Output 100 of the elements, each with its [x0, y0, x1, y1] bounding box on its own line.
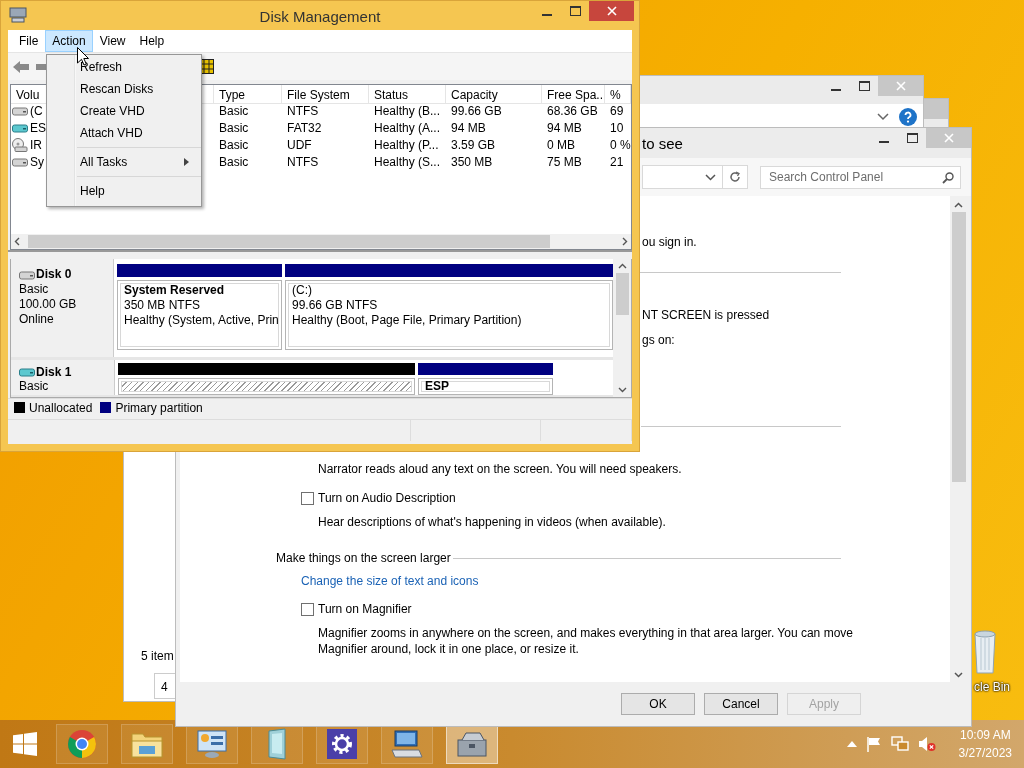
disk-type: Basic — [19, 379, 50, 393]
scroll-right-icon[interactable] — [622, 237, 628, 246]
text-fragment: NT SCREEN is pressed — [642, 307, 771, 323]
scroll-left-icon[interactable] — [14, 237, 20, 246]
maximize-icon — [858, 81, 870, 91]
minimize-icon — [879, 140, 889, 143]
scrollbar-thumb[interactable] — [28, 235, 550, 248]
scroll-down-icon[interactable] — [617, 387, 627, 393]
column-header[interactable]: Free Spa... — [542, 85, 605, 104]
partition-size: 99.66 GB NTFS — [292, 298, 379, 313]
scroll-up-icon[interactable] — [617, 263, 627, 269]
table-cell-text: Basic — [218, 103, 250, 119]
checkbox-label[interactable]: Turn on Audio Description — [318, 491, 456, 505]
section-heading: Make things on the screen larger — [276, 551, 451, 565]
description-text: Magnifier zooms in anywhere on the screen, and makes everything in that area larger. You can move Magnifier around, lock it in one place, or resize it. — [318, 625, 854, 657]
table-cell-text: Basic — [218, 120, 250, 136]
menu-item[interactable]: Attach VHD — [47, 122, 201, 144]
column-header[interactable]: Type — [214, 85, 282, 104]
window-title: Disk Management — [259, 8, 381, 25]
chevron-down-icon[interactable] — [877, 112, 889, 121]
partition-size: 350 MB NTFS — [124, 298, 202, 313]
close-button[interactable] — [922, 99, 948, 119]
scrollbar-thumb[interactable] — [615, 273, 629, 315]
scroll-up-icon[interactable] — [954, 202, 963, 208]
menu-item[interactable]: All Tasks — [47, 151, 201, 173]
minimize-icon — [542, 13, 552, 16]
table-cell: Sy — [30, 154, 44, 169]
control-panel-icon — [196, 729, 228, 759]
submenu-arrow-icon — [184, 158, 189, 166]
checkbox[interactable] — [301, 491, 314, 505]
table-cell-text: 21 — [609, 154, 625, 170]
scrollbar-thumb[interactable] — [951, 212, 966, 482]
disk-status: Online — [19, 312, 55, 327]
link[interactable]: Change the size of text and icons — [301, 574, 479, 588]
scroll-down-icon[interactable] — [954, 672, 963, 678]
flag-icon[interactable] — [865, 736, 882, 752]
disk-type: Basic — [19, 282, 50, 297]
menu-item[interactable]: Help — [132, 30, 172, 52]
table-cell-text: Basic — [218, 154, 250, 170]
table-cell-text: 69 — [609, 103, 625, 119]
maximize-icon — [906, 133, 918, 143]
disk-label-panel[interactable]: Disk 0 Basic 100.00 GB Online — [11, 259, 114, 357]
table-cell-text: 350 MB — [450, 154, 494, 170]
taskbar-button[interactable] — [186, 724, 238, 764]
taskbar-button[interactable] — [381, 724, 433, 764]
partition-name: (C:) — [292, 283, 313, 298]
horizontal-scrollbar[interactable] — [11, 234, 631, 249]
table-cell: IR — [30, 137, 42, 152]
table-cell-text: NTFS — [286, 154, 320, 170]
search-field[interactable]: Search Control Panel — [760, 165, 961, 189]
back-arrow-icon[interactable] — [12, 59, 30, 74]
partition-status: Healthy (System, Active, Prin — [124, 313, 280, 328]
chevron-down-icon — [705, 173, 716, 181]
table-cell-text: 94 MB — [546, 120, 583, 136]
table-cell: (C — [30, 103, 43, 118]
caret-up-icon[interactable] — [846, 741, 857, 747]
unallocated-space[interactable] — [118, 378, 415, 395]
table-cell-text: Healthy (S... — [373, 154, 442, 170]
menu-item[interactable]: Action — [45, 30, 93, 52]
computer-icon — [391, 729, 423, 759]
dialog-button[interactable]: OK — [621, 693, 695, 715]
menu-item[interactable]: Rescan Disks — [47, 78, 201, 100]
column-header[interactable]: % — [605, 85, 631, 104]
menu-item[interactable]: Help — [47, 180, 201, 202]
partition-box[interactable]: System Reserved 350 MB NTFS Healthy (System, Active, Prin — [117, 280, 282, 350]
scrollbar[interactable] — [950, 196, 967, 682]
disk-name: Disk 1 — [36, 365, 72, 379]
table-cell-text: 3.59 GB — [450, 137, 497, 153]
vertical-scrollbar[interactable] — [613, 259, 631, 397]
taskbar-button[interactable] — [316, 724, 368, 764]
speaker-muted-icon[interactable] — [917, 736, 936, 752]
disk-name: Disk 0 — [36, 267, 72, 282]
column-header[interactable]: File System — [282, 85, 369, 104]
table-cell-text: 68.36 GB — [546, 103, 599, 119]
table-cell-text: Healthy (B... — [373, 103, 442, 119]
drive-icon — [12, 156, 28, 167]
drive-icon — [19, 367, 35, 377]
column-header[interactable]: Capacity — [446, 85, 542, 104]
legend-label: Unallocated — [29, 400, 93, 415]
checkbox-label[interactable]: Turn on Magnifier — [318, 602, 412, 616]
table-cell-text: Basic — [218, 137, 250, 153]
tablet-icon — [266, 728, 288, 760]
column-header[interactable]: Status — [369, 85, 446, 104]
trash-bin-icon[interactable] — [974, 630, 996, 674]
partition-box[interactable]: (C:) 99.66 GB NTFS Healthy (Boot, Page File, Primary Partition) — [285, 280, 613, 350]
refresh-button[interactable] — [722, 165, 748, 189]
computer-icon — [9, 7, 27, 23]
dialog-button[interactable]: Cancel — [704, 693, 778, 715]
taskbar-button[interactable] — [446, 724, 498, 764]
network-icon[interactable] — [890, 736, 909, 752]
partition-box[interactable]: ESP — [418, 378, 553, 395]
menu-item[interactable]: Create VHD — [47, 100, 201, 122]
help-icon[interactable] — [899, 107, 917, 126]
table-cell-text: Healthy (P... — [373, 137, 440, 153]
text-fragment: gs on: — [642, 332, 676, 348]
checkbox[interactable] — [301, 602, 314, 616]
disk-label-panel[interactable]: Disk 1 Basic — [11, 360, 115, 395]
menu-item[interactable]: File — [12, 30, 46, 52]
text-fragment: ou sign in. — [642, 234, 698, 250]
menu-item[interactable]: View — [92, 30, 133, 52]
